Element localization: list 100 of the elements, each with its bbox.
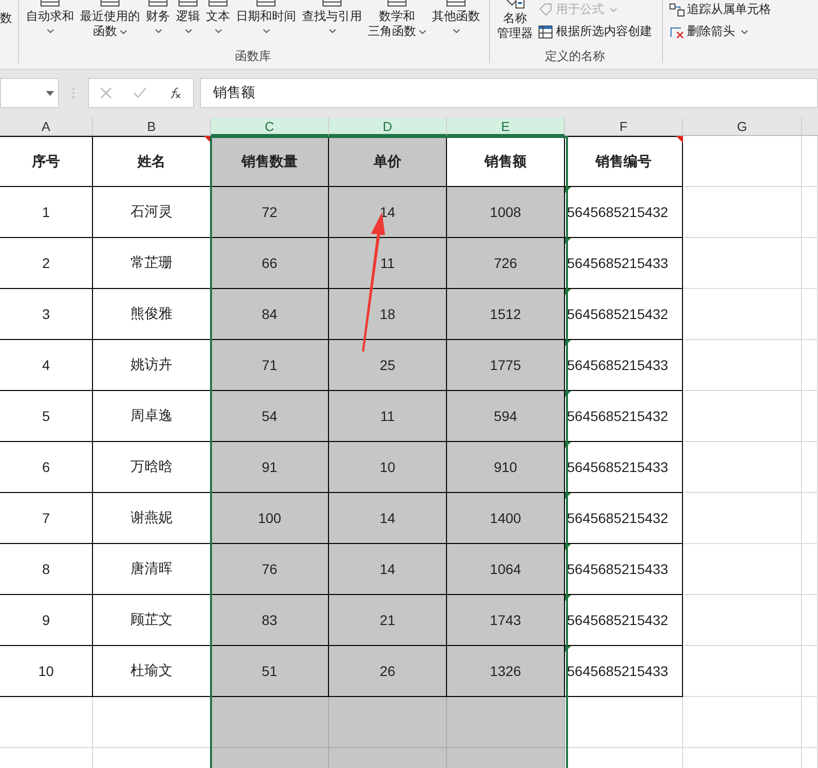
remove-arrows-icon: [669, 24, 685, 38]
table-icon: [538, 24, 554, 38]
column-header[interactable]: G: [683, 118, 802, 136]
caret-icon: [262, 29, 270, 33]
caret-icon: [184, 29, 192, 33]
ribbon-button[interactable]: 逻辑: [173, 0, 203, 48]
column-header[interactable]: [802, 118, 818, 136]
ribbon-button[interactable]: 自动求和: [23, 0, 77, 48]
ribbon-button[interactable]: 最近使用的 函数: [77, 0, 143, 48]
table-cell: 11: [329, 238, 447, 289]
ribbon-button[interactable]: 删除箭头: [669, 23, 771, 40]
table-cell: 1326: [447, 646, 565, 697]
table-cell: 10: [329, 442, 447, 493]
empty-cell: [802, 391, 818, 442]
table-cell: 910: [447, 442, 565, 493]
column-header[interactable]: F: [565, 118, 683, 136]
function-icon: [445, 0, 467, 8]
empty-cell: [802, 238, 818, 289]
table-cell: 5645685215433: [565, 646, 683, 697]
function-icon: [99, 0, 121, 8]
ribbon-button[interactable]: 根据所选内容创建: [538, 23, 652, 40]
table-cell: 25: [329, 340, 447, 391]
table-cell: 1064: [447, 544, 565, 595]
table-cell: 91: [211, 442, 329, 493]
tag-icon: [538, 2, 554, 16]
caret-icon: [741, 30, 748, 34]
caret-icon: [154, 29, 162, 33]
table-cell: 5645685215433: [565, 340, 683, 391]
ribbon-button[interactable]: 数学和 三角函数: [365, 0, 429, 48]
empty-cell: [802, 544, 818, 595]
ribbon-button[interactable]: 查找与引用: [299, 0, 365, 48]
table-cell: 1512: [447, 289, 565, 340]
function-icon: [386, 0, 408, 8]
table-cell: 5645685215433: [565, 544, 683, 595]
dropdown-icon: [46, 90, 54, 96]
formula-field[interactable]: 销售额: [200, 78, 818, 108]
function-icon: [255, 0, 277, 8]
table-cell: 9: [0, 595, 93, 646]
ribbon-button[interactable]: 日期和时间: [233, 0, 299, 48]
table-cell: 5645685215432: [565, 289, 683, 340]
table-cell: 14: [329, 544, 447, 595]
table-cell: 726: [447, 238, 565, 289]
table-cell: 14: [329, 493, 447, 544]
empty-cell: [802, 595, 818, 646]
table-cell: 5645685215432: [565, 391, 683, 442]
caret-icon: [419, 30, 426, 34]
function-icon: [321, 0, 343, 8]
function-icon: [177, 0, 199, 8]
table-cell: 76: [211, 544, 329, 595]
table-cell: 6: [0, 442, 93, 493]
table-cell: 5: [0, 391, 93, 442]
column-header[interactable]: A: [0, 118, 93, 136]
table-cell: 100: [211, 493, 329, 544]
ribbon-button-label[interactable]: 数: [0, 10, 12, 27]
column-header[interactable]: C: [211, 118, 329, 136]
table-cell: 8: [0, 544, 93, 595]
ribbon-button[interactable]: 文本: [203, 0, 233, 48]
table-cell: 1008: [447, 187, 565, 238]
empty-cell: [802, 340, 818, 391]
table-cell: 84: [211, 289, 329, 340]
table-cell: 1743: [447, 595, 565, 646]
caret-icon: [452, 29, 460, 33]
ribbon-button[interactable]: 财务: [143, 0, 173, 48]
empty-cell: [802, 289, 818, 340]
table-header-cell: 销售编号: [565, 136, 683, 187]
table-cell: 66: [211, 238, 329, 289]
caret-icon: [120, 30, 127, 34]
function-icon[interactable]: [168, 87, 182, 99]
table-cell: 10: [0, 646, 93, 697]
function-icon: [39, 0, 61, 8]
table-cell: 1400: [447, 493, 565, 544]
table-cell: 51: [211, 646, 329, 697]
table-cell: 54: [211, 391, 329, 442]
table-cell: 83: [211, 595, 329, 646]
table-header-cell: 销售额: [447, 136, 565, 187]
ribbon-button[interactable]: 名称 管理器: [494, 0, 536, 48]
caret-icon: [214, 29, 222, 33]
check-icon[interactable]: [132, 87, 147, 99]
table-cell: 2: [0, 238, 93, 289]
close-icon[interactable]: [100, 87, 112, 99]
trace-icon: [669, 2, 685, 16]
column-header[interactable]: E: [447, 118, 565, 136]
ribbon-button[interactable]: 追踪从属单元格: [669, 1, 771, 18]
table-cell: 5645685215432: [565, 595, 683, 646]
table-cell: 14: [329, 187, 447, 238]
table-cell: 21: [329, 595, 447, 646]
table-header-cell: 序号: [0, 136, 93, 187]
table-cell: 1775: [447, 340, 565, 391]
table-header-cell: 姓名: [93, 136, 211, 187]
name-box[interactable]: [0, 78, 59, 108]
caret-icon: [46, 29, 54, 33]
column-header[interactable]: D: [329, 118, 447, 136]
table-cell: 7: [0, 493, 93, 544]
column-header[interactable]: B: [93, 118, 211, 136]
table-header-cell: 单价: [329, 136, 447, 187]
table-cell: 18: [329, 289, 447, 340]
ribbon-button[interactable]: 其他函数: [429, 0, 483, 48]
table-cell: 5645685215433: [565, 238, 683, 289]
table-cell: 26: [329, 646, 447, 697]
table-cell: 5645685215433: [565, 442, 683, 493]
